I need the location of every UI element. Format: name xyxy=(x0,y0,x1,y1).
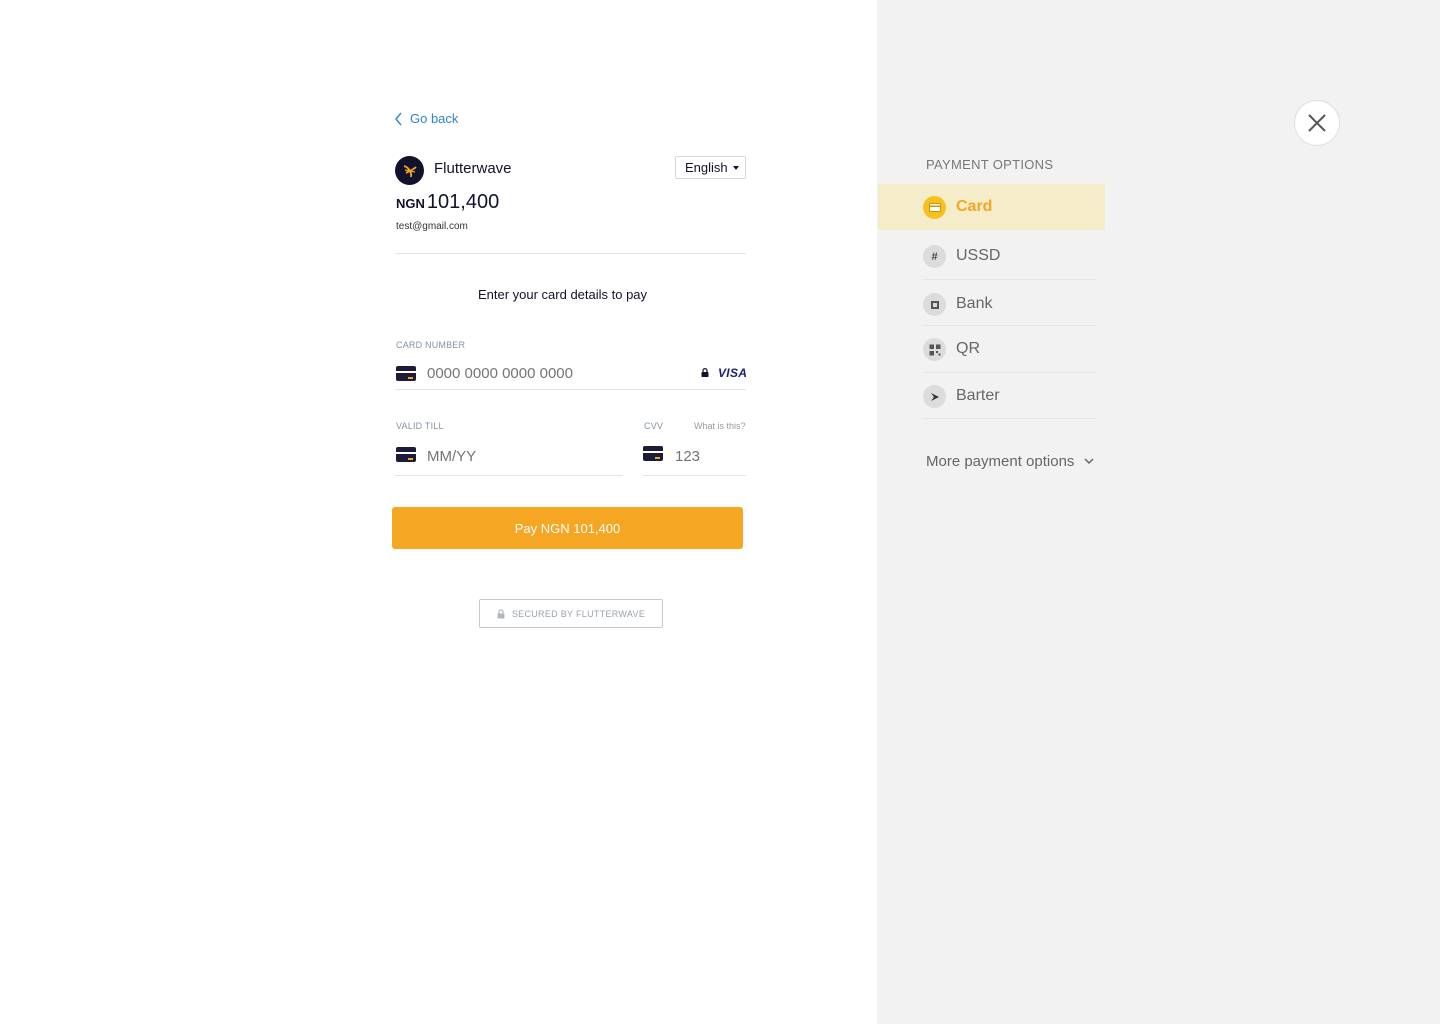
chevron-down-icon xyxy=(1084,458,1094,465)
cvv-card-icon xyxy=(643,446,663,461)
language-select[interactable]: English xyxy=(675,156,746,179)
payment-option-label: USSD xyxy=(956,247,1001,264)
payment-option-label: Bank xyxy=(956,295,993,312)
card-number-input[interactable] xyxy=(427,363,687,383)
lock-icon xyxy=(497,608,505,618)
secured-badge: SECURED BY FLUTTERWAVE xyxy=(479,599,663,628)
cvv-label: CVV xyxy=(644,421,664,431)
checkout-panel: Go back Flutterwave English NGN 101,400 … xyxy=(0,0,877,1024)
payment-option-card[interactable]: Card xyxy=(878,184,1105,230)
go-back-link[interactable]: Go back xyxy=(394,111,458,126)
bank-icon xyxy=(923,293,946,316)
caret-down-icon xyxy=(733,166,739,170)
go-back-label: Go back xyxy=(410,111,459,126)
secured-label: SECURED BY FLUTTERWAVE xyxy=(511,608,646,619)
visa-logo: VISA xyxy=(718,366,748,380)
cvv-underline xyxy=(643,475,746,476)
language-selected: English xyxy=(685,160,728,175)
chevron-left-icon xyxy=(395,112,402,125)
payment-option-label: Barter xyxy=(956,387,1000,404)
qr-icon xyxy=(923,338,946,361)
cvv-help-link[interactable]: What is this? xyxy=(694,421,746,431)
payment-option-bank[interactable]: Bank xyxy=(878,281,1105,327)
merchant-name: Flutterwave xyxy=(434,160,512,177)
merchant-logo xyxy=(395,156,424,185)
flutterwave-logo-icon xyxy=(403,164,417,177)
payment-options-panel xyxy=(877,0,1440,1024)
amount-display: NGN 101,400 xyxy=(396,191,499,214)
card-number-underline xyxy=(395,389,746,390)
more-payment-options-label: More payment options xyxy=(926,453,1075,470)
close-button[interactable] xyxy=(1294,100,1340,146)
expiry-underline xyxy=(395,475,623,476)
card-icon xyxy=(396,366,416,381)
close-icon xyxy=(1308,114,1326,132)
card-number-label: CARD NUMBER xyxy=(396,340,466,350)
form-instruction: Enter your card details to pay xyxy=(477,287,648,302)
payment-option-qr[interactable]: QR xyxy=(878,326,1105,372)
divider xyxy=(395,253,746,254)
expiry-input[interactable] xyxy=(427,446,617,466)
cvv-input[interactable] xyxy=(675,446,745,466)
payment-options-title: PAYMENT OPTIONS xyxy=(926,157,1054,172)
valid-till-label: VALID TILL xyxy=(396,421,444,431)
payment-option-ussd[interactable]: # USSD xyxy=(878,233,1105,279)
payment-option-label: Card xyxy=(956,198,993,215)
amount-currency: NGN xyxy=(396,196,425,211)
card-icon xyxy=(923,196,946,219)
customer-email: test@gmail.com xyxy=(396,221,468,232)
payment-option-label: QR xyxy=(956,340,980,357)
lock-icon xyxy=(701,368,709,377)
payment-option-barter[interactable]: Barter xyxy=(878,373,1105,419)
pay-button[interactable]: Pay NGN 101,400 xyxy=(392,507,743,549)
amount-value: 101,400 xyxy=(426,191,500,213)
card-icon xyxy=(396,447,416,462)
barter-icon xyxy=(923,385,946,408)
divider xyxy=(922,279,1096,280)
more-payment-options-toggle[interactable]: More payment options xyxy=(926,453,1094,470)
hash-icon: # xyxy=(923,245,946,268)
divider xyxy=(922,418,1096,419)
